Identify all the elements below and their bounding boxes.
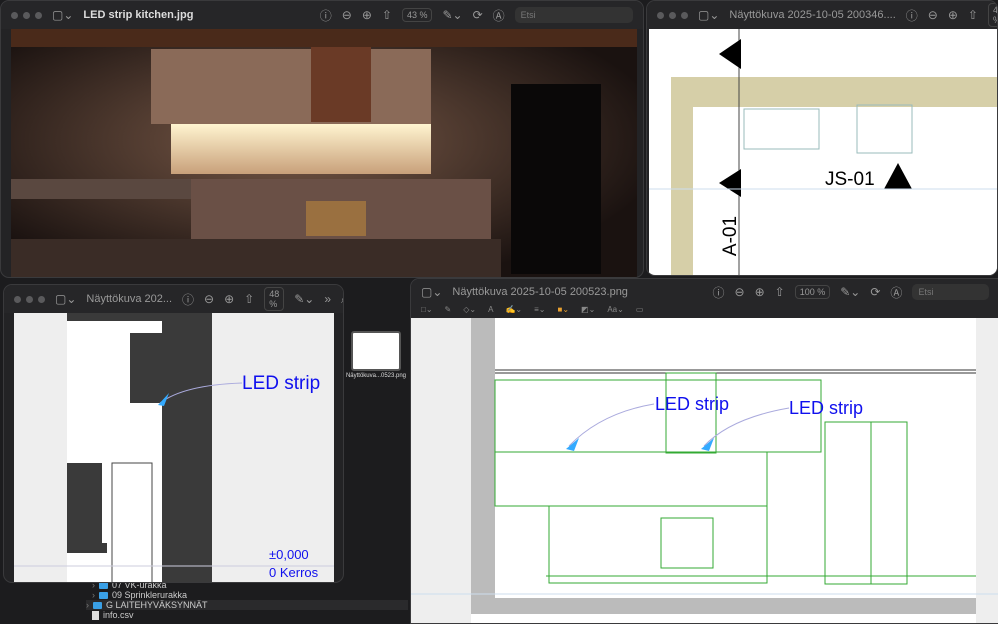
- finder-item-label: 09 Sprinklerurakka: [112, 590, 188, 600]
- share-icon[interactable]: ⇧: [382, 8, 392, 22]
- sketch-icon[interactable]: ✎: [445, 305, 452, 318]
- zoom-out-icon[interactable]: ⊖: [342, 8, 352, 22]
- share-icon[interactable]: ⇧: [968, 8, 978, 22]
- window-title: Näyttökuva 202...: [86, 293, 173, 305]
- finder-item[interactable]: › 09 Sprinklerurakka: [92, 590, 187, 600]
- search-icon[interactable]: ⌕: [341, 292, 343, 307]
- toolbar: ▢⌄ Näyttökuva 2025-10-05 200523.png ⓘ ⊖ …: [411, 279, 998, 305]
- kitchen-preview-window: ▢⌄ LED strip kitchen.jpg ⓘ ⊖ ⊕ ⇧ 43 % ✎⌄…: [0, 0, 644, 278]
- rotate-icon[interactable]: ⟳: [870, 285, 880, 299]
- rotate-icon[interactable]: ⟳: [473, 8, 483, 22]
- file-icon: [92, 610, 99, 620]
- info-icon[interactable]: ⓘ: [320, 7, 332, 24]
- zoom-in-icon[interactable]: ⊕: [948, 8, 958, 22]
- zoom-level[interactable]: 100 %: [794, 285, 831, 299]
- zoom-out-icon[interactable]: ⊖: [928, 8, 938, 22]
- zoom-in-icon[interactable]: ⊕: [362, 8, 372, 22]
- elevation-preview-window: ▢⌄ Näyttökuva 202... ⓘ ⊖ ⊕ ⇧ 48 % ✎⌄ » ⌕…: [3, 284, 344, 583]
- annotate-icon[interactable]: Ⓐ: [890, 284, 902, 301]
- zoom-out-icon[interactable]: ⊖: [204, 292, 214, 306]
- zoom-level[interactable]: 43 %: [401, 8, 433, 22]
- markup-icon[interactable]: ✎⌄: [840, 285, 860, 299]
- sidebar-icon[interactable]: ▢⌄: [55, 292, 76, 306]
- finder-item-label: info.csv: [103, 610, 134, 620]
- share-icon[interactable]: ⇧: [775, 285, 785, 299]
- kitchen-photo: [11, 29, 637, 277]
- plan-preview-window: ▢⌄ Näyttökuva 2025-10-05 200346.... ⓘ ⊖ …: [646, 0, 998, 276]
- window-controls[interactable]: [11, 11, 42, 19]
- selection-icon[interactable]: □⌄: [421, 305, 433, 318]
- text-icon[interactable]: A: [488, 305, 493, 318]
- window-title: Näyttökuva 2025-10-05 200346....: [729, 9, 896, 21]
- font-icon[interactable]: Aa⌄: [607, 305, 624, 318]
- zoom-in-icon[interactable]: ⊕: [755, 285, 765, 299]
- led-strip-label: LED strip: [789, 398, 864, 418]
- info-icon[interactable]: ⓘ: [713, 284, 725, 301]
- sidebar-icon[interactable]: ▢⌄: [52, 8, 73, 22]
- window-controls[interactable]: [14, 295, 45, 303]
- window-title: Näyttökuva 2025-10-05 200523.png: [452, 286, 628, 298]
- search-input[interactable]: Etsi: [912, 284, 990, 300]
- info-icon[interactable]: ⓘ: [906, 7, 918, 24]
- thumbnail[interactable]: Näyttökuva...0523.png: [343, 325, 409, 385]
- finder-item[interactable]: › G LAITEHYVÄKSYNNÄT: [86, 600, 408, 610]
- markup-icon[interactable]: ✎⌄: [442, 8, 462, 22]
- elevation-drawing: LED strip LED strip: [411, 318, 998, 623]
- folder-icon: [99, 591, 108, 599]
- border-color-icon[interactable]: ■⌄: [558, 305, 570, 318]
- markup-toolbar: □⌄ ✎ ◇⌄ A ✍⌄ ≡⌄ ■⌄ ◩⌄ Aa⌄ ▭: [411, 305, 998, 318]
- shapes-icon[interactable]: ◇⌄: [463, 305, 476, 318]
- section-label: A-01: [720, 215, 742, 257]
- floor-plan: JS-01 A-01: [649, 29, 997, 275]
- led-strip-label: LED strip: [242, 373, 321, 394]
- line-style-icon[interactable]: ≡⌄: [534, 305, 545, 318]
- share-icon[interactable]: ⇧: [244, 292, 254, 306]
- folder-icon: [93, 601, 102, 609]
- sidebar-icon[interactable]: ▢⌄: [698, 8, 719, 22]
- thumbnail-label: Näyttökuva...0523.png: [345, 373, 407, 379]
- window-controls[interactable]: [657, 11, 688, 19]
- led-strip-label: LED strip: [655, 394, 730, 414]
- markup-icon[interactable]: ✎⌄: [294, 292, 314, 306]
- level-label: ±0,000: [269, 547, 309, 562]
- finder-item-label: G LAITEHYVÄKSYNNÄT: [106, 600, 208, 610]
- floor-label: 0 Kerros: [269, 565, 319, 580]
- finder-item[interactable]: info.csv: [92, 610, 134, 620]
- toolbar: ▢⌄ LED strip kitchen.jpg ⓘ ⊖ ⊕ ⇧ 43 % ✎⌄…: [1, 1, 643, 29]
- toolbar: ▢⌄ Näyttökuva 202... ⓘ ⊖ ⊕ ⇧ 48 % ✎⌄ » ⌕: [4, 285, 343, 313]
- zoom-level[interactable]: 48 %: [264, 287, 285, 311]
- zoom-out-icon[interactable]: ⊖: [735, 285, 745, 299]
- zoom-level[interactable]: 44 %: [987, 3, 997, 27]
- info-icon[interactable]: ⓘ: [182, 291, 194, 308]
- sign-icon[interactable]: ✍⌄: [505, 305, 522, 318]
- search-input[interactable]: Etsi: [514, 7, 634, 23]
- elevation-drawing: LED strip ±0,000 0 Kerros: [14, 313, 334, 582]
- fill-color-icon[interactable]: ◩⌄: [581, 305, 595, 318]
- more-icon[interactable]: »: [324, 292, 331, 306]
- sidebar-icon[interactable]: ▢⌄: [421, 285, 442, 299]
- section-label: JS-01: [825, 169, 875, 190]
- toolbar: ▢⌄ Näyttökuva 2025-10-05 200346.... ⓘ ⊖ …: [647, 1, 997, 29]
- main-elevation-window: ▢⌄ Näyttökuva 2025-10-05 200523.png ⓘ ⊖ …: [410, 278, 998, 624]
- note-icon[interactable]: ▭: [636, 305, 644, 318]
- zoom-in-icon[interactable]: ⊕: [224, 292, 234, 306]
- window-title: LED strip kitchen.jpg: [83, 9, 194, 21]
- annotate-icon[interactable]: Ⓐ: [493, 7, 505, 24]
